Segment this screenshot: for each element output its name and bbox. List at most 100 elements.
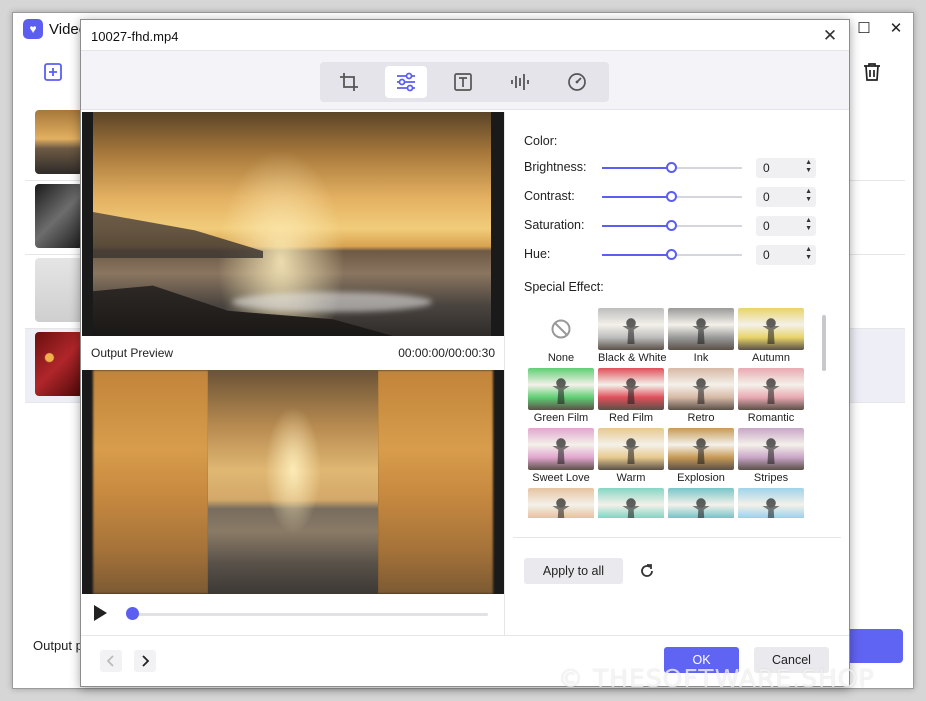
file-thumbnail xyxy=(35,332,83,396)
effect-name: Warm xyxy=(616,472,646,484)
apply-to-all-button[interactable]: Apply to all xyxy=(524,558,623,584)
effect-item[interactable] xyxy=(528,488,594,518)
effect-thumbnail xyxy=(668,308,734,350)
effect-item[interactable]: Ink xyxy=(668,308,734,364)
adjustment-value-input[interactable]: 0 ▲ ▼ xyxy=(756,245,816,265)
add-file-button[interactable] xyxy=(41,59,67,85)
effect-thumbnail xyxy=(528,488,594,518)
previous-file-button[interactable] xyxy=(100,650,122,672)
spinner-arrows-icon[interactable]: ▲ ▼ xyxy=(805,217,812,233)
effect-name: Romantic xyxy=(747,412,795,424)
spinner-arrows-icon[interactable]: ▲ ▼ xyxy=(805,159,812,175)
effect-item[interactable]: Stripes xyxy=(738,428,804,484)
output-preview-label: Output Preview xyxy=(91,346,174,360)
effect-name: None xyxy=(547,352,575,364)
close-window-icon[interactable]: ✕ xyxy=(881,17,911,39)
file-thumbnail xyxy=(35,184,83,248)
effect-name: Retro xyxy=(687,412,715,424)
effects-grid: None Black & White Ink Autumn Green Film Red … xyxy=(524,306,814,518)
divider xyxy=(81,635,849,636)
spinner-arrows-icon[interactable]: ▲ ▼ xyxy=(805,246,812,262)
adjustment-value-input[interactable]: 0 ▲ ▼ xyxy=(756,216,816,236)
effect-item[interactable]: None xyxy=(528,308,594,364)
effect-thumbnail xyxy=(668,428,734,470)
play-icon[interactable] xyxy=(94,605,107,621)
special-effect-label: Special Effect: xyxy=(524,280,604,294)
reset-icon[interactable] xyxy=(636,560,658,582)
adjustment-label: Contrast: xyxy=(524,189,575,203)
output-preview xyxy=(82,370,504,594)
next-file-button[interactable] xyxy=(134,650,156,672)
adjustment-value: 0 xyxy=(763,161,770,175)
effect-thumbnail xyxy=(738,308,804,350)
effect-thumbnail xyxy=(598,368,664,410)
color-section-label: Color: xyxy=(524,134,558,148)
edit-dialog: 10027-fhd.mp4 ✕ Output Preview 00:00:00/… xyxy=(80,19,850,687)
blur-background-left xyxy=(93,370,209,594)
divider xyxy=(504,112,505,635)
effect-name: Ink xyxy=(693,352,709,364)
effect-item[interactable]: Red Film xyxy=(598,368,664,424)
progress-handle[interactable] xyxy=(126,607,139,620)
effect-item[interactable] xyxy=(738,488,804,518)
chevron-right-icon xyxy=(142,655,150,667)
effect-name: Green Film xyxy=(533,412,589,424)
adjustment-value: 0 xyxy=(763,190,770,204)
adjustment-label: Saturation: xyxy=(524,218,585,232)
edit-tabs xyxy=(320,62,609,102)
watermark: © THESOFTWARE.SHOP xyxy=(558,664,875,693)
preview-time: 00:00:00/00:00:30 xyxy=(398,346,495,360)
effect-thumbnail xyxy=(598,308,664,350)
effect-item[interactable]: Autumn xyxy=(738,308,804,364)
effect-item[interactable]: Retro xyxy=(668,368,734,424)
adjustment-row: Brightness: 0 ▲ ▼ xyxy=(524,158,824,178)
text-tab[interactable] xyxy=(442,66,484,98)
refresh-icon xyxy=(641,564,653,577)
sliders-icon xyxy=(397,72,415,92)
delete-button[interactable] xyxy=(859,59,885,85)
audio-tab[interactable] xyxy=(499,66,541,98)
chevron-left-icon xyxy=(106,655,114,667)
file-thumbnail xyxy=(35,258,83,322)
output-frame-image xyxy=(208,370,378,594)
dialog-close-icon[interactable]: ✕ xyxy=(817,24,843,48)
slider-handle[interactable] xyxy=(666,162,677,173)
slider-handle[interactable] xyxy=(666,249,677,260)
adjust-tab[interactable] xyxy=(385,66,427,98)
file-thumbnail xyxy=(35,110,83,174)
effect-name: Explosion xyxy=(677,472,725,484)
effect-item[interactable] xyxy=(598,488,664,518)
effect-name: Autumn xyxy=(752,352,790,364)
effect-item[interactable] xyxy=(668,488,734,518)
effect-name: Sweet Love xyxy=(532,472,590,484)
slider-fill xyxy=(602,196,672,198)
speed-tab[interactable] xyxy=(556,66,598,98)
adjustment-value: 0 xyxy=(763,248,770,262)
speedometer-icon xyxy=(568,73,586,91)
effect-item[interactable]: Sweet Love xyxy=(528,428,594,484)
progress-track[interactable] xyxy=(132,613,488,616)
effect-thumbnail xyxy=(528,368,594,410)
adjustment-value: 0 xyxy=(763,219,770,233)
effect-thumbnail xyxy=(738,428,804,470)
blur-background-right xyxy=(377,370,493,594)
effect-item[interactable]: Romantic xyxy=(738,368,804,424)
audio-wave-icon xyxy=(511,74,529,90)
effect-name: Red Film xyxy=(608,412,653,424)
effect-item[interactable]: Explosion xyxy=(668,428,734,484)
slider-handle[interactable] xyxy=(666,191,677,202)
crop-tab[interactable] xyxy=(328,66,370,98)
effect-item[interactable]: Green Film xyxy=(528,368,594,424)
effects-scrollbar[interactable] xyxy=(822,315,826,371)
adjustment-value-input[interactable]: 0 ▲ ▼ xyxy=(756,158,816,178)
spinner-arrows-icon[interactable]: ▲ ▼ xyxy=(805,188,812,204)
none-icon xyxy=(551,319,571,339)
adjustment-value-input[interactable]: 0 ▲ ▼ xyxy=(756,187,816,207)
player-controls xyxy=(82,598,504,628)
maximize-icon[interactable]: ☐ xyxy=(849,17,879,39)
effect-item[interactable]: Black & White xyxy=(598,308,666,364)
effect-item[interactable]: Warm xyxy=(598,428,664,484)
export-button[interactable] xyxy=(843,629,903,663)
adjustment-label: Brightness: xyxy=(524,160,587,174)
slider-handle[interactable] xyxy=(666,220,677,231)
